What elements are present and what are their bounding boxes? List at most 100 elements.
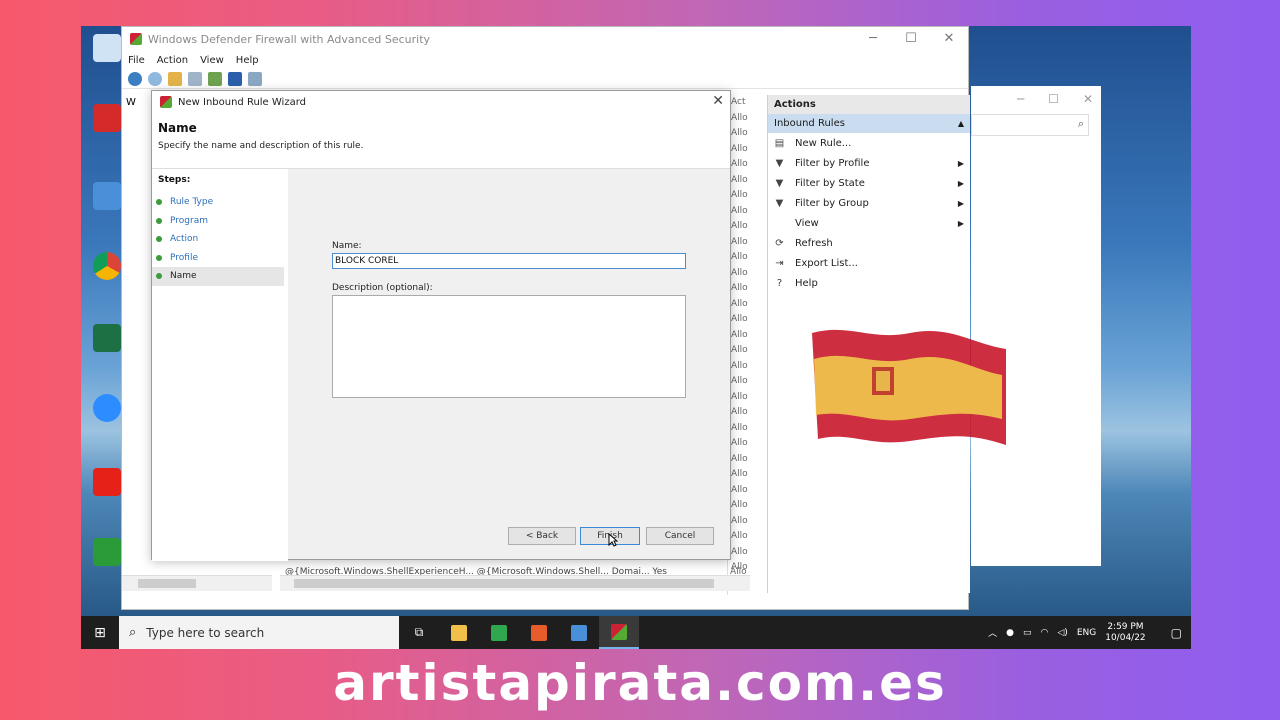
export-icon[interactable] bbox=[208, 71, 222, 86]
rule-action-cell: Allo bbox=[731, 469, 748, 479]
rule-action-cell: Allo bbox=[731, 360, 748, 371]
network-icon[interactable]: ▭ bbox=[1023, 628, 1032, 638]
menu-bar: File Action View Help bbox=[122, 51, 968, 69]
refresh-icon: ⟳ bbox=[775, 237, 784, 249]
collapse-icon[interactable]: ▲ bbox=[958, 114, 964, 133]
action-item[interactable]: ⟳ Refresh bbox=[768, 233, 970, 253]
clock[interactable]: 2:59 PM 10/04/22 bbox=[1105, 622, 1154, 644]
rule-action-cell: Allo bbox=[731, 531, 748, 541]
menu-view[interactable]: View bbox=[200, 55, 224, 66]
background-window-search[interactable]: ⌕ bbox=[971, 114, 1089, 136]
rule-action-cell: Allo bbox=[731, 391, 748, 402]
rule-action-cell: Allo bbox=[731, 143, 748, 154]
wizard-step[interactable]: Action bbox=[152, 230, 288, 249]
close-icon[interactable]: ✕ bbox=[1083, 92, 1093, 106]
action-item[interactable]: ▤ New Rule... bbox=[768, 133, 970, 153]
step-bullet-icon bbox=[156, 217, 162, 224]
forward-arrow-icon[interactable] bbox=[148, 71, 162, 86]
submenu-arrow-icon: ▶ bbox=[957, 218, 964, 228]
action-item[interactable]: ▼ Filter by State ▶ bbox=[768, 173, 970, 193]
actions-group-inbound-rules[interactable]: Inbound Rules ▲ bbox=[768, 114, 970, 133]
clock-date: 10/04/22 bbox=[1105, 632, 1146, 643]
wizard-close-icon[interactable]: ✕ bbox=[712, 93, 724, 109]
corel-app-icon bbox=[531, 624, 547, 641]
action-item[interactable]: ▼ Filter by Profile ▶ bbox=[768, 153, 970, 173]
filter-icon: ▼ bbox=[775, 157, 784, 169]
wizard-step[interactable]: Profile bbox=[152, 249, 288, 268]
maximize-icon[interactable]: ☐ bbox=[1048, 92, 1059, 106]
recycle-bin-icon[interactable] bbox=[93, 34, 121, 62]
name-label: Name: bbox=[332, 241, 362, 251]
taskbar-search[interactable]: ⌕ Type here to search bbox=[119, 616, 399, 649]
taskbar-file-explorer[interactable] bbox=[439, 616, 479, 649]
firewall-titlebar: Windows Defender Firewall with Advanced … bbox=[122, 27, 968, 51]
wizard-titlebar: New Inbound Rule Wizard bbox=[152, 91, 730, 113]
maximize-button[interactable]: ☐ bbox=[892, 27, 930, 51]
start-button[interactable]: ⊞ bbox=[81, 616, 119, 649]
spain-flag-image bbox=[812, 329, 1006, 445]
notification-icon[interactable]: ▢ bbox=[1171, 626, 1182, 640]
wizard-step[interactable]: Program bbox=[152, 212, 288, 231]
excel-icon[interactable] bbox=[93, 324, 121, 352]
wizard-form: Name: BLOCK COREL Description (optional)… bbox=[332, 241, 686, 398]
rule-action-cell: Allo bbox=[731, 376, 748, 386]
action-item[interactable]: ? Help bbox=[768, 273, 970, 293]
action-item-label: View bbox=[795, 217, 819, 229]
console-icon[interactable] bbox=[188, 71, 202, 86]
horizontal-scrollbar[interactable] bbox=[122, 575, 272, 591]
control-panel-app-icon bbox=[571, 624, 587, 641]
action-item[interactable]: View ▶ bbox=[768, 213, 970, 233]
menu-action[interactable]: Action bbox=[157, 55, 188, 66]
scroll-thumb[interactable] bbox=[138, 579, 196, 588]
wizard-step[interactable]: Name bbox=[152, 267, 284, 286]
taskbar-control-panel[interactable] bbox=[559, 616, 599, 649]
task-view-button[interactable]: ⧉ bbox=[399, 616, 439, 649]
wifi-icon[interactable]: ◠ bbox=[1041, 628, 1049, 638]
background-window-controls: ─ ☐ ✕ bbox=[1017, 92, 1093, 106]
zoom-icon[interactable] bbox=[93, 394, 121, 422]
volume-icon[interactable]: ◁) bbox=[1057, 628, 1067, 638]
wizard-step[interactable]: Rule Type bbox=[152, 193, 288, 212]
back-arrow-icon[interactable] bbox=[128, 71, 142, 86]
help-icon: ? bbox=[776, 277, 783, 289]
folder-icon[interactable] bbox=[168, 71, 182, 86]
properties-icon[interactable] bbox=[248, 71, 262, 86]
taskbar-camtasia[interactable] bbox=[479, 616, 519, 649]
microphone-icon[interactable]: ● bbox=[1006, 628, 1014, 638]
list-scroll-thumb[interactable] bbox=[294, 579, 714, 588]
minimize-button[interactable]: ─ bbox=[854, 27, 892, 51]
rule-action-cell: Allo bbox=[731, 190, 748, 200]
action-item[interactable]: ⇥ Export List... bbox=[768, 253, 970, 273]
rule-action-cell: Allo bbox=[731, 205, 748, 216]
coreldraw-icon[interactable] bbox=[93, 538, 121, 566]
description-textarea[interactable] bbox=[332, 295, 686, 398]
chrome-icon[interactable] bbox=[93, 252, 121, 280]
taskbar-search-placeholder: Type here to search bbox=[146, 625, 265, 640]
minimize-icon[interactable]: ─ bbox=[1017, 92, 1024, 106]
corel-icon[interactable] bbox=[93, 104, 121, 132]
action-item[interactable]: ▼ Filter by Group ▶ bbox=[768, 193, 970, 213]
close-button[interactable]: ✕ bbox=[930, 27, 968, 51]
taskbar-firewall[interactable] bbox=[599, 616, 639, 649]
taskbar-corel[interactable] bbox=[519, 616, 559, 649]
language-indicator[interactable]: ENG bbox=[1077, 628, 1096, 638]
window-controls: ─ ☐ ✕ bbox=[854, 27, 968, 51]
list-horizontal-scrollbar[interactable] bbox=[280, 575, 750, 591]
action-items: ▤ New Rule... ▼ Filter by Profile ▶ ▼ Filter b… bbox=[768, 133, 970, 293]
step-bullet-icon bbox=[156, 236, 162, 243]
back-button[interactable]: < Back bbox=[508, 527, 576, 545]
control-panel-icon[interactable] bbox=[93, 182, 121, 210]
rule-action-cell: Allo bbox=[731, 484, 748, 495]
name-input[interactable]: BLOCK COREL bbox=[332, 253, 686, 269]
help-icon[interactable] bbox=[228, 71, 242, 86]
rule-action-cell: Allo bbox=[731, 329, 748, 340]
file-explorer-icon bbox=[451, 624, 467, 641]
step-bullet-icon bbox=[156, 199, 162, 206]
show-hidden-icon[interactable]: ︿ bbox=[988, 626, 997, 639]
menu-file[interactable]: File bbox=[128, 55, 145, 66]
cancel-button[interactable]: Cancel bbox=[646, 527, 714, 545]
menu-help[interactable]: Help bbox=[236, 55, 259, 66]
youtube-icon[interactable] bbox=[93, 468, 121, 496]
firewall-taskbar-icon bbox=[611, 623, 627, 640]
rule-action-cell: Act bbox=[731, 97, 746, 107]
